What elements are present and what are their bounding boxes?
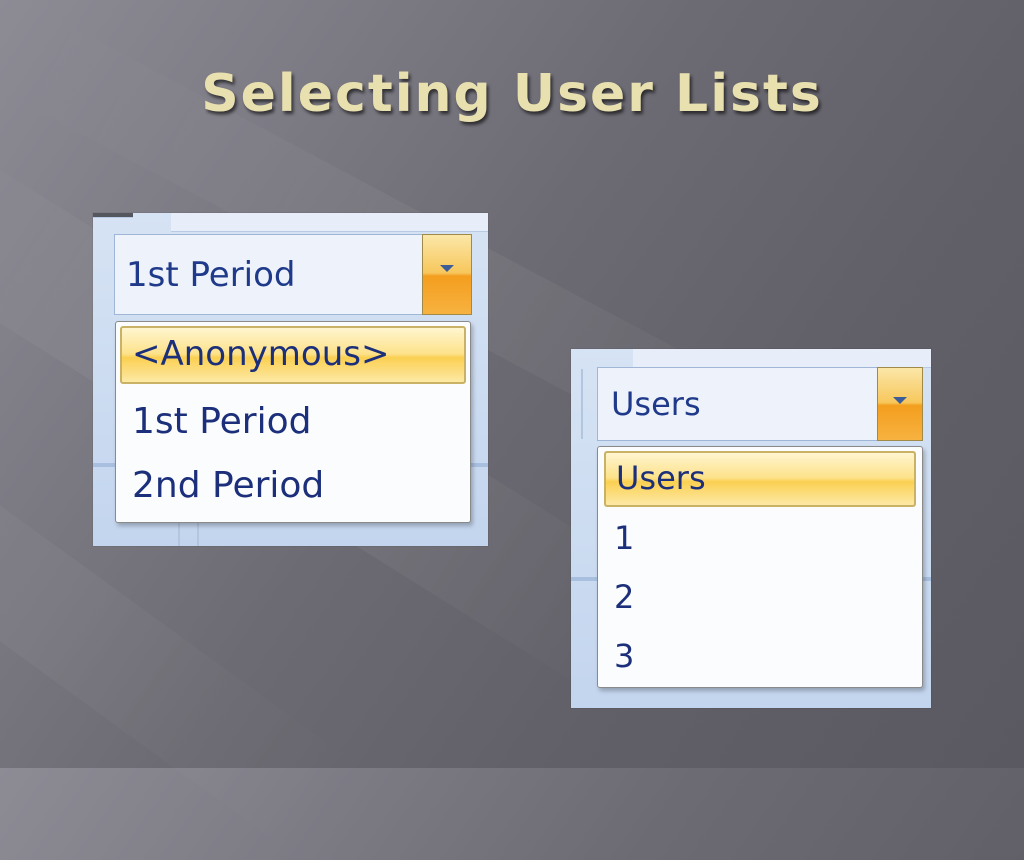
chevron-down-icon bbox=[893, 397, 907, 404]
users-selector-screenshot: Users Users 1 2 3 bbox=[571, 349, 931, 708]
toolbar-tab bbox=[633, 349, 931, 368]
toolbar-tab bbox=[93, 213, 133, 218]
toolbar-tab bbox=[171, 213, 488, 232]
users-option[interactable]: 1 bbox=[598, 513, 922, 563]
users-option[interactable]: 3 bbox=[598, 631, 922, 681]
users-option[interactable]: Users bbox=[604, 451, 916, 507]
period-option[interactable]: 1st Period bbox=[116, 396, 470, 448]
users-option[interactable]: 2 bbox=[598, 572, 922, 622]
chevron-down-icon bbox=[440, 265, 454, 272]
users-combo[interactable]: Users bbox=[597, 367, 923, 441]
period-combo[interactable]: 1st Period bbox=[114, 234, 472, 315]
period-selector-screenshot: 1st Period <Anonymous> 1st Period 2nd Pe… bbox=[93, 213, 488, 546]
users-combo-dropdown-button[interactable] bbox=[877, 367, 923, 441]
period-combo-dropdown-button[interactable] bbox=[422, 234, 472, 315]
users-combo-value: Users bbox=[611, 385, 701, 423]
slide-title: Selecting User Lists bbox=[201, 64, 823, 124]
period-option[interactable]: 2nd Period bbox=[116, 460, 470, 512]
period-dropdown-list: <Anonymous> 1st Period 2nd Period bbox=[115, 321, 471, 523]
toolbar-divider bbox=[581, 369, 583, 439]
period-option[interactable]: <Anonymous> bbox=[120, 326, 466, 384]
period-combo-value: 1st Period bbox=[126, 255, 296, 295]
users-dropdown-list: Users 1 2 3 bbox=[597, 446, 923, 688]
